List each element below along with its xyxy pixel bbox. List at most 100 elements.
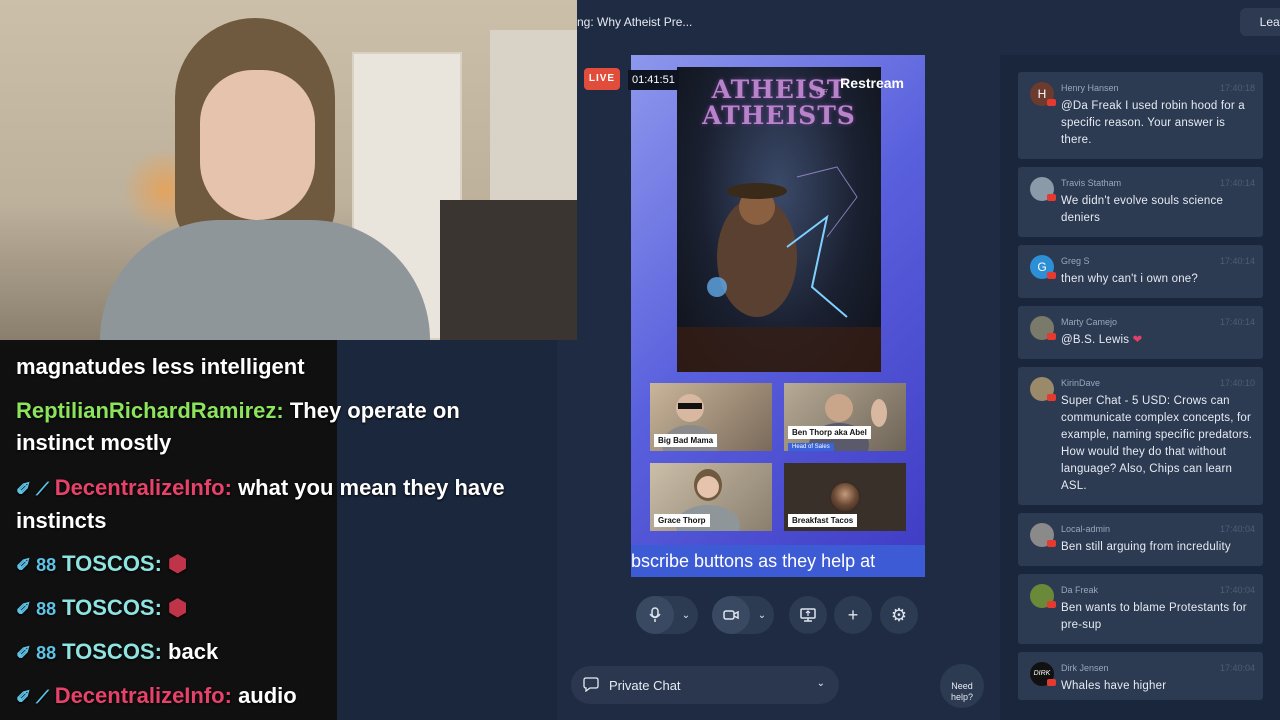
microphone-icon[interactable] bbox=[636, 596, 674, 634]
webcam-background bbox=[440, 200, 577, 340]
stream-timer: 01:41:51 bbox=[628, 70, 679, 90]
leave-button[interactable]: Leave bbox=[1240, 8, 1280, 36]
webcam-feed bbox=[0, 0, 577, 340]
comment-card[interactable]: H Henry Hansen 17:40:18 @Da Freak I used… bbox=[1018, 72, 1263, 159]
comment-author: Henry Hansen bbox=[1061, 83, 1119, 93]
comment-text: Super Chat - 5 USD: Crows can communicat… bbox=[1061, 395, 1253, 492]
live-badge: LIVE bbox=[584, 68, 620, 90]
guest-name: Ben Thorp aka Abel bbox=[788, 426, 871, 439]
restream-logo: Restream bbox=[840, 75, 904, 91]
comment-author: Greg S bbox=[1061, 256, 1090, 266]
comment-author: Da Freak bbox=[1061, 585, 1099, 595]
stream-screen: ng: Why Atheist Pre... Leave LIVE ATHEIS… bbox=[0, 0, 1280, 720]
guest-tile[interactable]: Breakfast Tacos bbox=[784, 463, 906, 531]
comment-text: Ben still arguing from incredulity bbox=[1061, 541, 1231, 553]
chat-message: ReptilianRichardRamirez: They operate on… bbox=[16, 395, 536, 459]
emote-icon: ⬢ bbox=[161, 551, 188, 576]
badge-icons: ✐ 88 bbox=[16, 643, 57, 663]
chat-username: TOSCOS: bbox=[62, 595, 162, 620]
chevron-down-icon: ⌄ bbox=[816, 678, 825, 689]
gear-icon[interactable]: ⚙ bbox=[880, 596, 918, 634]
chevron-down-icon[interactable]: ⌄ bbox=[674, 596, 698, 634]
chat-text: magnatudes less intelligent bbox=[16, 354, 305, 379]
comment-time: 17:40:04 bbox=[1219, 663, 1255, 673]
badge-icons: ✐ 88 bbox=[16, 599, 57, 619]
chat-text: audio bbox=[231, 683, 297, 708]
chat-username: ReptilianRichardRamirez: bbox=[16, 398, 284, 423]
stream-canvas: ATHEIST ATHEISTS OF Restream Big Bad Mama bbox=[631, 55, 925, 577]
chat-message: magnatudes less intelligent bbox=[16, 351, 536, 383]
youtube-icon bbox=[1047, 394, 1056, 401]
chat-message: ✐ 88 TOSCOS: back bbox=[16, 636, 536, 669]
comments-panel[interactable]: H Henry Hansen 17:40:18 @Da Freak I used… bbox=[1000, 55, 1280, 720]
guest-subtitle: Head of Sales bbox=[788, 443, 834, 451]
comment-time: 17:40:14 bbox=[1219, 317, 1255, 327]
chat-message: ✐ 88 TOSCOS: ⬢ bbox=[16, 548, 536, 581]
chat-message: ✐ ⟋ DecentralizeInfo: what you mean they … bbox=[16, 472, 536, 537]
chat-bubble-icon bbox=[583, 676, 599, 695]
guest-tile[interactable]: Big Bad Mama bbox=[650, 383, 772, 451]
guest-name: Big Bad Mama bbox=[654, 434, 718, 447]
guest-video bbox=[809, 394, 887, 451]
chat-message: ✐ ⟋ DecentralizeInfo: audio bbox=[16, 680, 536, 713]
guest-avatar bbox=[829, 481, 861, 513]
comment-text: Ben wants to blame Protestants for pre-s… bbox=[1061, 602, 1247, 631]
chat-text: back bbox=[161, 639, 219, 664]
comment-time: 17:40:04 bbox=[1219, 585, 1255, 595]
comment-card[interactable]: DIRK Dirk Jensen 17:40:04 Whales have hi… bbox=[1018, 652, 1263, 700]
private-chat-label: Private Chat bbox=[609, 677, 681, 693]
screen-share-icon[interactable] bbox=[789, 596, 827, 634]
comment-card[interactable]: Travis Statham 17:40:14 We didn't evolve… bbox=[1018, 167, 1263, 237]
comment-text: We didn't evolve souls science deniers bbox=[1061, 195, 1224, 224]
comment-card[interactable]: Local-admin 17:40:04 Ben still arguing f… bbox=[1018, 513, 1263, 566]
chat-username: DecentralizeInfo: bbox=[54, 683, 232, 708]
camera-control: ⌄ bbox=[712, 596, 774, 634]
comment-text: then why can't i own one? bbox=[1061, 273, 1198, 285]
heart-icon: ❤ bbox=[1132, 334, 1143, 346]
comment-author: Marty Camejo bbox=[1061, 317, 1118, 327]
guest-tile[interactable]: Ben Thorp aka Abel Head of Sales bbox=[784, 383, 906, 451]
poster-art bbox=[677, 166, 881, 372]
camera-icon[interactable] bbox=[712, 596, 750, 634]
comment-card[interactable]: G Greg S 17:40:14 then why can't i own o… bbox=[1018, 245, 1263, 298]
comment-time: 17:40:10 bbox=[1219, 378, 1255, 388]
page-title: ng: Why Atheist Pre... bbox=[577, 15, 693, 29]
chat-username: DecentralizeInfo: bbox=[54, 475, 232, 500]
comment-author: Dirk Jensen bbox=[1061, 663, 1109, 673]
private-chat-dropdown[interactable]: Private Chat ⌄ bbox=[571, 666, 839, 704]
comment-time: 17:40:04 bbox=[1219, 524, 1255, 534]
comment-text: Whales have higher bbox=[1061, 680, 1167, 692]
youtube-icon bbox=[1047, 333, 1056, 340]
plus-icon[interactable]: + bbox=[834, 596, 872, 634]
webcam-person bbox=[200, 70, 315, 220]
comment-text: @Da Freak I used robin hood for a specif… bbox=[1061, 100, 1245, 146]
need-help-label: Need help? bbox=[950, 680, 974, 702]
comment-time: 17:40:18 bbox=[1219, 83, 1255, 93]
need-help-button[interactable]: Need help? bbox=[940, 664, 984, 708]
youtube-icon bbox=[1047, 194, 1056, 201]
chevron-down-icon[interactable]: ⌄ bbox=[750, 596, 774, 634]
mic-control: ⌄ bbox=[636, 596, 698, 634]
emote-icon: ⬢ bbox=[161, 595, 188, 620]
comment-time: 17:40:14 bbox=[1219, 178, 1255, 188]
ticker-banner: bscribe buttons as they help at bbox=[631, 545, 925, 577]
badge-icons: ✐ 88 bbox=[16, 555, 57, 575]
poster-image: ATHEIST ATHEISTS OF bbox=[677, 67, 881, 372]
comment-time: 17:40:14 bbox=[1219, 256, 1255, 266]
badge-icons: ✐ ⟋ bbox=[16, 479, 49, 499]
comment-text: @B.S. Lewis ❤ bbox=[1061, 332, 1256, 349]
chat-username: TOSCOS: bbox=[62, 551, 162, 576]
comment-author: Travis Statham bbox=[1061, 178, 1122, 188]
comment-card[interactable]: Da Freak 17:40:04 Ben wants to blame Pro… bbox=[1018, 574, 1263, 644]
chat-overlay: magnatudes less intelligent ReptilianRic… bbox=[0, 340, 505, 720]
comment-body: @B.S. Lewis bbox=[1061, 334, 1130, 346]
comment-card[interactable]: KirinDave 17:40:10 Super Chat - 5 USD: C… bbox=[1018, 367, 1263, 505]
comment-card[interactable]: Marty Camejo 17:40:14 @B.S. Lewis ❤ bbox=[1018, 306, 1263, 359]
guest-name: Breakfast Tacos bbox=[788, 514, 858, 527]
youtube-icon bbox=[1047, 272, 1056, 279]
comment-author: KirinDave bbox=[1061, 378, 1101, 388]
badge-icons: ✐ ⟋ bbox=[16, 687, 49, 707]
chat-message: ✐ 88 TOSCOS: ⬢ bbox=[16, 592, 536, 625]
comment-author: Local-admin bbox=[1061, 524, 1111, 534]
guest-tile[interactable]: Grace Thorp bbox=[650, 463, 772, 531]
